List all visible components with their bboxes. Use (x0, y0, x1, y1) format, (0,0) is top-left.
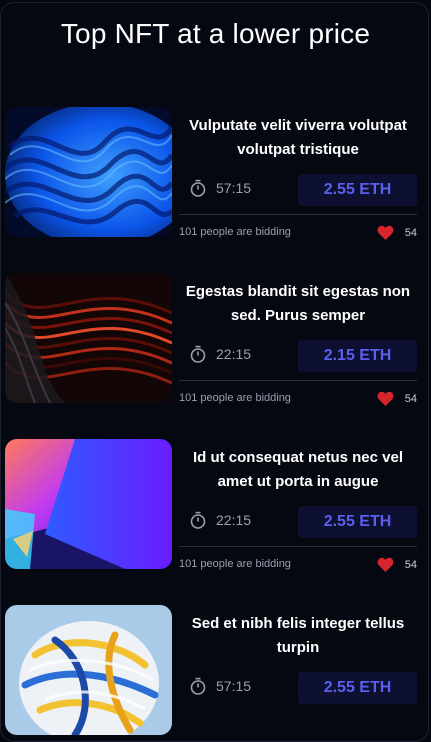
nft-card[interactable]: Egestas blandit sit egestas non sed. Pur… (5, 273, 417, 406)
stopwatch-icon (190, 677, 206, 695)
card-info: Vulputate velit viverra volutpat volutpa… (179, 107, 417, 240)
card-info: Sed et nibh felis integer tellus turpin … (179, 605, 417, 735)
heart-icon (377, 391, 394, 406)
divider (179, 214, 417, 215)
card-info: Id ut consequat netus nec vel amet ut po… (179, 439, 417, 572)
nft-title[interactable]: Id ut consequat netus nec vel amet ut po… (179, 446, 417, 494)
nft-image[interactable] (5, 107, 172, 237)
nft-card[interactable]: Id ut consequat netus nec vel amet ut po… (5, 439, 417, 572)
nft-title[interactable]: Sed et nibh felis integer tellus turpin (179, 612, 417, 660)
nft-image[interactable] (5, 605, 172, 735)
heart-icon (377, 557, 394, 572)
heart-icon (377, 225, 394, 240)
stopwatch-icon (190, 179, 206, 197)
nft-image[interactable] (5, 273, 172, 403)
blue-wave-art-icon (5, 107, 172, 237)
price-button[interactable]: 2.55 ETH (298, 174, 417, 206)
countdown: 57:15 (189, 677, 251, 695)
countdown-time: 22:15 (216, 512, 252, 528)
nft-card[interactable]: Sed et nibh felis integer tellus turpin … (5, 605, 417, 735)
like-count: 54 (404, 392, 417, 405)
divider (179, 546, 417, 547)
stopwatch-icon (190, 511, 206, 529)
stopwatch-icon (190, 345, 206, 363)
countdown: 22:15 (189, 511, 251, 529)
nft-image[interactable] (5, 439, 172, 569)
countdown-time: 57:15 (216, 180, 252, 196)
bidding-count: 101 people are bidding (179, 226, 291, 238)
countdown: 57:15 (189, 179, 251, 197)
like-count: 54 (404, 226, 417, 239)
countdown: 22:15 (189, 345, 251, 363)
nft-card[interactable]: Vulputate velit viverra volutpat volutpa… (5, 107, 417, 240)
divider (179, 380, 417, 381)
nft-title[interactable]: Egestas blandit sit egestas non sed. Pur… (179, 280, 417, 328)
countdown-time: 22:15 (216, 346, 252, 362)
page-title: Top NFT at a lower price (60, 18, 371, 49)
price-button[interactable]: 2.15 ETH (298, 340, 417, 372)
red-wave-art-icon (5, 273, 172, 403)
like-button[interactable]: 54 (377, 225, 417, 240)
price-button[interactable]: 2.55 ETH (298, 672, 417, 704)
countdown-time: 57:15 (216, 678, 252, 694)
gradient-shapes-art-icon (5, 439, 172, 569)
bidding-count: 101 people are bidding (179, 392, 291, 404)
like-count: 54 (404, 558, 417, 571)
bidding-count: 101 people are bidding (179, 558, 291, 570)
card-info: Egestas blandit sit egestas non sed. Pur… (179, 273, 417, 406)
nft-title[interactable]: Vulputate velit viverra volutpat volutpa… (179, 114, 417, 162)
like-button[interactable]: 54 (377, 391, 417, 406)
price-button[interactable]: 2.55 ETH (298, 506, 417, 538)
like-button[interactable]: 54 (377, 557, 417, 572)
paint-sphere-art-icon (5, 605, 172, 735)
